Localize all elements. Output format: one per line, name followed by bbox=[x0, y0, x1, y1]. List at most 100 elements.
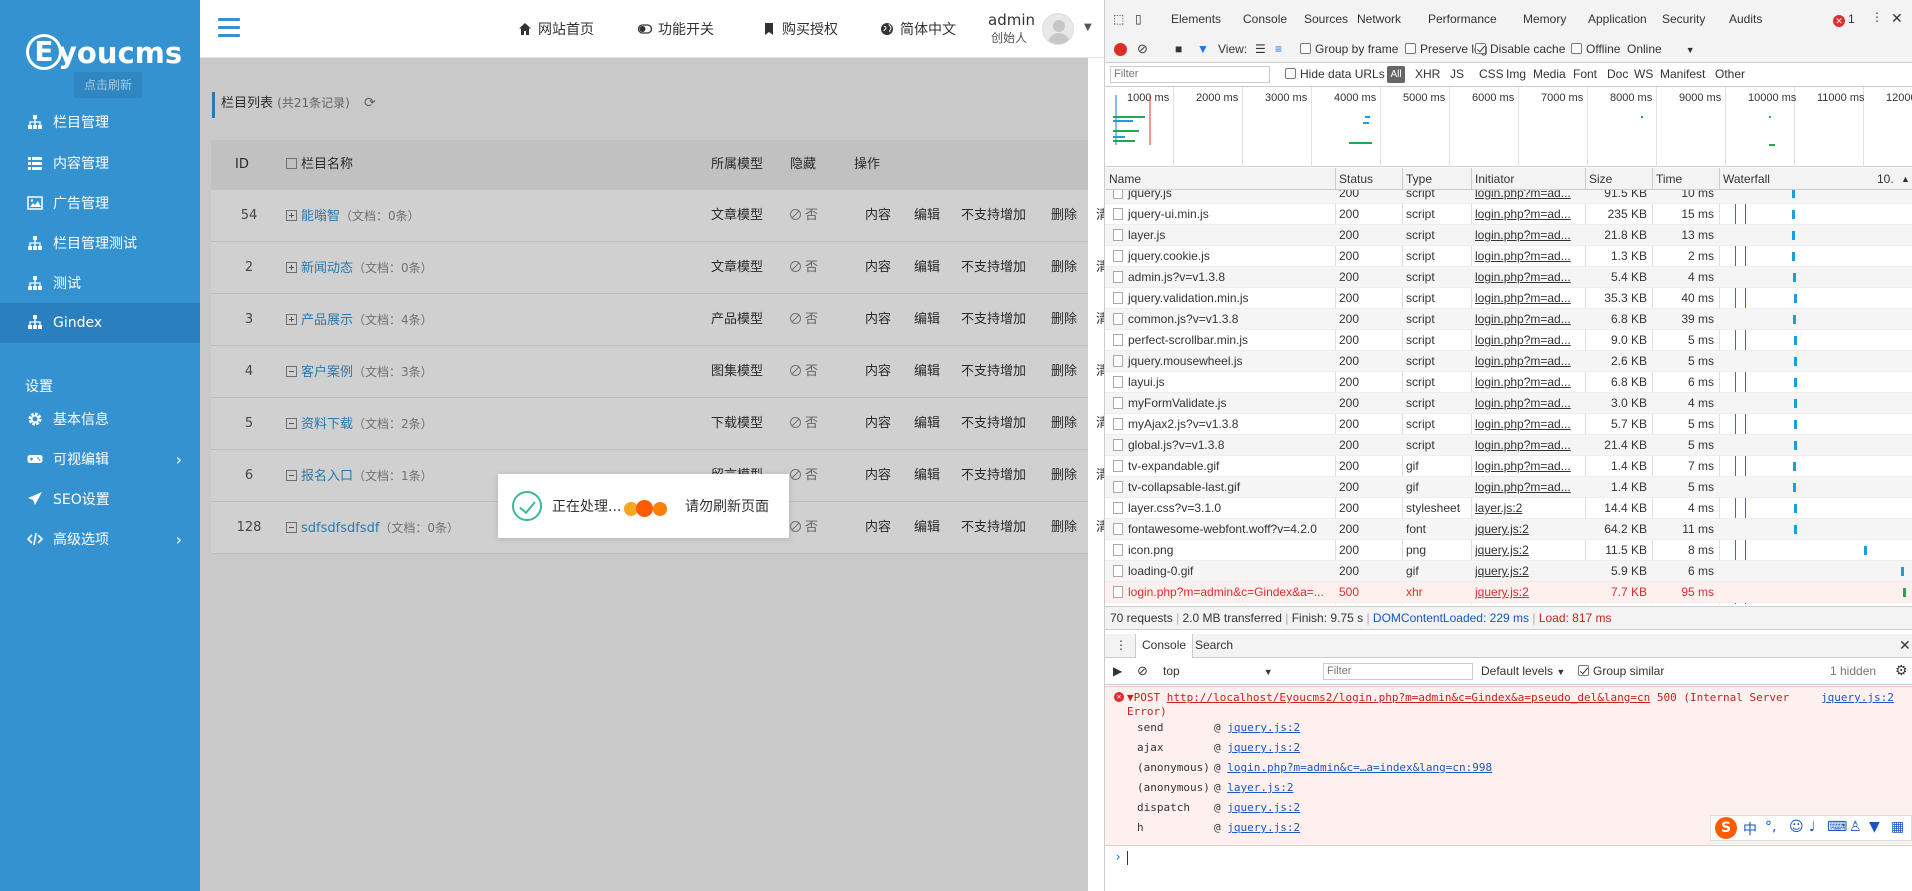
network-row[interactable]: jquery.cookie.js 200 script login.php?m=ad.… bbox=[1105, 246, 1912, 267]
drawer-tab-search[interactable]: Search bbox=[1195, 638, 1233, 652]
col-initiator[interactable]: Initiator bbox=[1475, 172, 1514, 186]
console-filter-input[interactable]: Filter bbox=[1323, 663, 1473, 680]
network-row[interactable]: jquery.validation.min.js 200 script login.p… bbox=[1105, 288, 1912, 309]
tab-sources[interactable]: Sources bbox=[1304, 12, 1348, 26]
throttle-select[interactable]: Online ▼ bbox=[1627, 42, 1695, 56]
console-prompt[interactable]: › bbox=[1105, 848, 1912, 870]
request-initiator[interactable]: layer.js:2 bbox=[1475, 501, 1581, 515]
purchase-license-link[interactable]: 购买授权 bbox=[762, 19, 838, 39]
network-row[interactable]: admin.js?v=v1.3.8 200 script login.php?m=ad… bbox=[1105, 267, 1912, 288]
error-source-link[interactable]: jquery.js:2 bbox=[1821, 691, 1894, 704]
group-by-frame-checkbox[interactable]: Group by frame bbox=[1300, 42, 1398, 56]
request-initiator[interactable]: login.php?m=ad... bbox=[1475, 396, 1581, 410]
request-initiator[interactable]: jquery.js:2 bbox=[1475, 522, 1581, 536]
network-row[interactable]: tv-expandable.gif 200 gif login.php?m=ad...… bbox=[1105, 456, 1912, 477]
more-options-icon[interactable]: ⋮ bbox=[1871, 10, 1883, 24]
network-row[interactable]: layer.js 200 script login.php?m=ad... 21.8 K… bbox=[1105, 225, 1912, 246]
stack-source-link[interactable]: jquery.js:2 bbox=[1227, 821, 1300, 834]
stack-source-link[interactable]: layer.js:2 bbox=[1227, 781, 1293, 794]
user-icon[interactable]: ♙ bbox=[1849, 819, 1862, 835]
overview-icon[interactable]: ≡ bbox=[1275, 42, 1282, 56]
network-row[interactable]: myFormValidate.js 200 script login.php?m=ad… bbox=[1105, 393, 1912, 414]
col-status[interactable]: Status bbox=[1339, 172, 1373, 186]
admin-username[interactable]: admin bbox=[988, 11, 1035, 29]
network-row[interactable]: fontawesome-webfont.woff?v=4.2.0 200 font j… bbox=[1105, 519, 1912, 540]
network-row[interactable]: jquery-ui.min.js 200 script login.php?m=ad.… bbox=[1105, 204, 1912, 225]
request-initiator[interactable]: login.php?m=ad... bbox=[1475, 375, 1581, 389]
request-initiator[interactable]: login.php?m=ad... bbox=[1475, 417, 1581, 431]
filter-type-media[interactable]: Media bbox=[1533, 67, 1566, 81]
request-initiator[interactable]: jquery.js:2 bbox=[1475, 543, 1581, 557]
request-initiator[interactable]: login.php?m=ad... bbox=[1475, 228, 1581, 242]
clear-icon[interactable]: ⊘ bbox=[1137, 41, 1148, 57]
col-name[interactable]: Name bbox=[1109, 172, 1141, 186]
request-initiator[interactable]: login.php?m=ad... bbox=[1475, 312, 1581, 326]
punctuation-icon[interactable]: °, bbox=[1765, 819, 1776, 835]
filter-icon[interactable]: ▼ bbox=[1197, 42, 1209, 56]
sidebar-item-content-manage[interactable]: 内容管理 bbox=[0, 144, 200, 184]
toolbox-icon[interactable]: ▦ bbox=[1891, 819, 1904, 835]
record-button[interactable] bbox=[1114, 43, 1127, 56]
stack-source-link[interactable]: jquery.js:2 bbox=[1227, 721, 1300, 734]
filter-type-img[interactable]: Img bbox=[1506, 67, 1526, 81]
console-sidebar-icon[interactable]: ▶ bbox=[1113, 664, 1122, 678]
col-size[interactable]: Size bbox=[1589, 172, 1612, 186]
filter-type-xhr[interactable]: XHR bbox=[1415, 67, 1440, 81]
skin-icon[interactable]: ▼ bbox=[1869, 819, 1880, 835]
network-row[interactable]: login.php?m=admin&c=Gindex&a=... 500 xhr jq… bbox=[1105, 582, 1912, 603]
menu-toggle-icon[interactable] bbox=[218, 18, 240, 38]
stack-source-link[interactable]: jquery.js:2 bbox=[1227, 801, 1300, 814]
filter-type-js[interactable]: JS bbox=[1450, 67, 1464, 81]
network-row[interactable]: global.js?v=v1.3.8 200 script login.php?m=a… bbox=[1105, 435, 1912, 456]
group-similar-checkbox[interactable]: Group similar bbox=[1578, 664, 1664, 678]
error-line[interactable]: ▼POST http://localhost/Eyoucms2/login.ph… bbox=[1127, 691, 1789, 704]
tab-console[interactable]: Console bbox=[1243, 12, 1287, 26]
request-initiator[interactable]: login.php?m=ad... bbox=[1475, 249, 1581, 263]
network-row[interactable]: myAjax2.js?v=v1.3.8 200 script login.php?m=… bbox=[1105, 414, 1912, 435]
sidebar-item-seo[interactable]: SEO设置 bbox=[0, 480, 200, 520]
network-filter-input[interactable]: Filter bbox=[1110, 66, 1270, 83]
site-home-link[interactable]: 网站首页 bbox=[518, 19, 594, 39]
network-row[interactable]: layer.css?v=3.1.0 200 stylesheet layer.js:2… bbox=[1105, 498, 1912, 519]
context-select[interactable]: top ▼ bbox=[1163, 664, 1273, 678]
network-row[interactable]: jquery.mousewheel.js 200 script login.php?m… bbox=[1105, 351, 1912, 372]
capture-screenshots-icon[interactable]: ■ bbox=[1175, 42, 1182, 56]
sidebar-item-basic-info[interactable]: 基本信息 bbox=[0, 400, 200, 440]
request-initiator[interactable]: login.php?m=ad... bbox=[1475, 480, 1581, 494]
sidebar-item-category-manage[interactable]: 栏目管理 bbox=[0, 103, 200, 143]
network-row[interactable]: loading-0.gif 200 gif jquery.js:2 5.9 KB 6 ms bbox=[1105, 561, 1912, 582]
ime-mode-chinese[interactable]: 中 bbox=[1743, 819, 1757, 839]
network-row[interactable]: icon.png 200 png jquery.js:2 11.5 KB 8 ms bbox=[1105, 540, 1912, 561]
tab-elements[interactable]: Elements bbox=[1171, 12, 1221, 26]
hide-data-urls-checkbox[interactable]: Hide data URLs bbox=[1285, 67, 1385, 81]
filter-all-button[interactable]: All bbox=[1387, 66, 1405, 83]
request-initiator[interactable]: jquery.js:2 bbox=[1475, 585, 1581, 599]
stack-source-link[interactable]: jquery.js:2 bbox=[1227, 741, 1300, 754]
keyboard-icon[interactable]: ⌨ bbox=[1827, 819, 1847, 835]
filter-type-doc[interactable]: Doc bbox=[1607, 67, 1628, 81]
request-initiator[interactable]: login.php?m=ad... bbox=[1475, 291, 1581, 305]
caret-down-icon[interactable]: ▼ bbox=[1084, 22, 1092, 33]
tab-audits[interactable]: Audits bbox=[1729, 12, 1762, 26]
emoji-icon[interactable]: ☺ bbox=[1789, 819, 1804, 835]
filter-type-other[interactable]: Other bbox=[1715, 67, 1745, 81]
network-overview[interactable]: 1000 ms 2000 ms 3000 ms 4000 ms 5000 ms 6000 … bbox=[1105, 87, 1912, 167]
stack-source-link[interactable]: login.php?m=admin&c=…a=index&lang=cn:998 bbox=[1227, 761, 1492, 774]
filter-type-manifest[interactable]: Manifest bbox=[1660, 67, 1705, 81]
tab-security[interactable]: Security bbox=[1662, 12, 1705, 26]
filter-type-ws[interactable]: WS bbox=[1634, 67, 1653, 81]
tab-application[interactable]: Application bbox=[1588, 12, 1647, 26]
sidebar-item-ad-manage[interactable]: 广告管理 bbox=[0, 184, 200, 224]
tab-memory[interactable]: Memory bbox=[1523, 12, 1566, 26]
request-initiator[interactable]: login.php?m=ad... bbox=[1475, 459, 1581, 473]
sidebar-item-category-test[interactable]: 栏目管理测试 bbox=[0, 224, 200, 264]
refresh-hint[interactable]: 点击刷新 bbox=[74, 72, 142, 98]
col-type[interactable]: Type bbox=[1406, 172, 1432, 186]
request-initiator[interactable]: login.php?m=ad... bbox=[1475, 270, 1581, 284]
language-link[interactable]: 简体中文 bbox=[880, 19, 956, 39]
sort-asc-icon[interactable]: ▲ bbox=[1901, 174, 1910, 184]
network-row[interactable]: tv-collapsable-last.gif 200 gif login.php?m… bbox=[1105, 477, 1912, 498]
request-initiator[interactable]: login.php?m=ad... bbox=[1475, 190, 1581, 200]
sidebar-item-advanced[interactable]: 高级选项 › bbox=[0, 520, 200, 560]
sidebar-item-test[interactable]: 测试 bbox=[0, 264, 200, 304]
